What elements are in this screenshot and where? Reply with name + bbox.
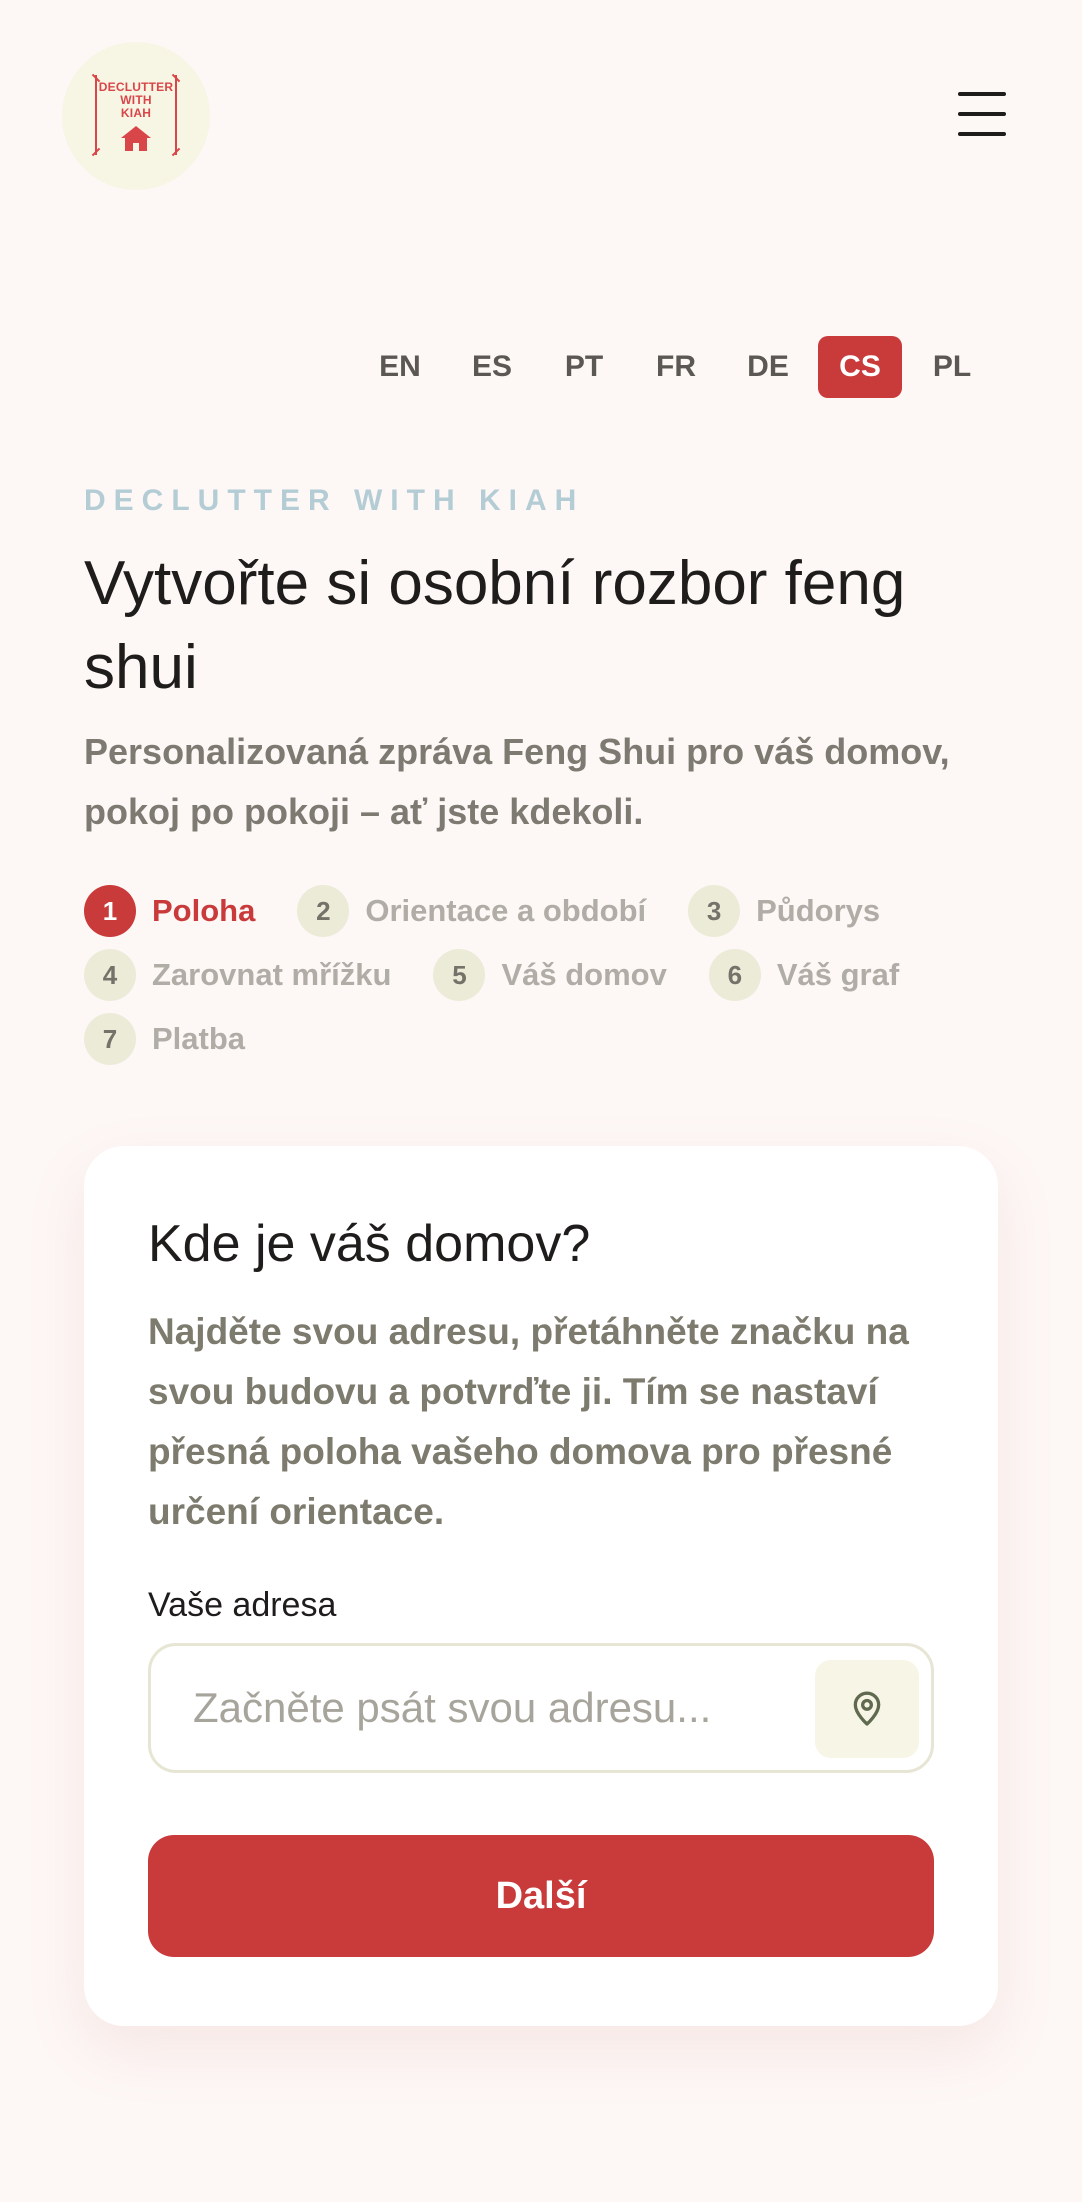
logo-right-arrow: [175, 75, 177, 155]
step-label: Půdorys: [756, 893, 881, 928]
location-card: Kde je váš domov? Najděte svou adresu, p…: [84, 1146, 998, 2026]
lang-es[interactable]: ES: [450, 336, 534, 398]
address-field: [148, 1643, 934, 1773]
step-number: 1: [84, 885, 136, 937]
page-subtitle: Personalizovaná zpráva Feng Shui pro váš…: [84, 731, 950, 832]
menu-bar-bottom: [958, 132, 1006, 136]
step-number: 7: [84, 1013, 136, 1065]
page-title: Vytvořte si osobní rozbor feng shui: [84, 549, 906, 702]
step-label: Zarovnat mřížku: [152, 957, 392, 992]
menu-bar-top: [958, 92, 1006, 96]
logo-text-line-2: WITH: [120, 92, 152, 107]
hamburger-menu-icon[interactable]: [958, 92, 1010, 136]
step-location[interactable]: 1 Poloha: [84, 884, 255, 938]
eyebrow: DECLUTTER WITH KIAH: [84, 484, 585, 517]
step-align-grid[interactable]: 4 Zarovnat mřížku: [84, 948, 391, 1002]
step-label: Poloha: [152, 893, 256, 928]
intro-section: DECLUTTER WITH KIAH Vytvořte si osobní r…: [84, 484, 1004, 842]
card-description: Najděte svou adresu, přetáhněte značku n…: [148, 1311, 909, 1532]
logo[interactable]: DECLUTTER WITH KIAH: [62, 42, 210, 190]
step-progress: 1 Poloha 2 Orientace a období 3 Půdorys …: [84, 884, 1024, 1066]
lang-cs[interactable]: CS: [818, 336, 902, 398]
step-label: Váš graf: [776, 957, 900, 992]
logo-left-arrow: [95, 75, 97, 155]
lang-pl[interactable]: PL: [910, 336, 994, 398]
logo-text-line-1: DECLUTTER: [98, 79, 174, 94]
logo-text-line-3: KIAH: [120, 105, 152, 120]
language-switcher: EN ES PT FR DE CS PL: [0, 336, 1082, 398]
step-label: Orientace a období: [365, 893, 647, 928]
step-payment[interactable]: 7 Platba: [84, 1012, 245, 1066]
lang-de[interactable]: DE: [726, 336, 810, 398]
house-icon: [121, 125, 151, 151]
locate-button[interactable]: [815, 1660, 919, 1758]
address-label: Vaše adresa: [148, 1586, 337, 1624]
step-number: 4: [84, 949, 136, 1001]
step-your-chart[interactable]: 6 Váš graf: [708, 948, 900, 1002]
step-orientation[interactable]: 2 Orientace a období: [297, 884, 646, 938]
step-label: Váš domov: [501, 957, 667, 992]
step-floorplan[interactable]: 3 Půdorys: [688, 884, 880, 938]
address-input[interactable]: [151, 1646, 791, 1770]
menu-bar-middle: [958, 112, 1006, 116]
step-your-home[interactable]: 5 Váš domov: [433, 948, 667, 1002]
site-header: DECLUTTER WITH KIAH: [0, 0, 1082, 230]
card-title: Kde je váš domov?: [148, 1215, 591, 1273]
map-pin-icon: [853, 1691, 881, 1726]
lang-en[interactable]: EN: [358, 336, 442, 398]
lang-fr[interactable]: FR: [634, 336, 718, 398]
lang-pt[interactable]: PT: [542, 336, 626, 398]
step-number: 5: [433, 949, 486, 1001]
logo-mark: DECLUTTER WITH KIAH: [91, 71, 181, 161]
step-number: 6: [708, 949, 761, 1001]
next-button[interactable]: Další: [148, 1835, 934, 1957]
step-number: 3: [688, 885, 741, 937]
step-label: Platba: [152, 1021, 246, 1056]
step-number: 2: [297, 885, 350, 937]
